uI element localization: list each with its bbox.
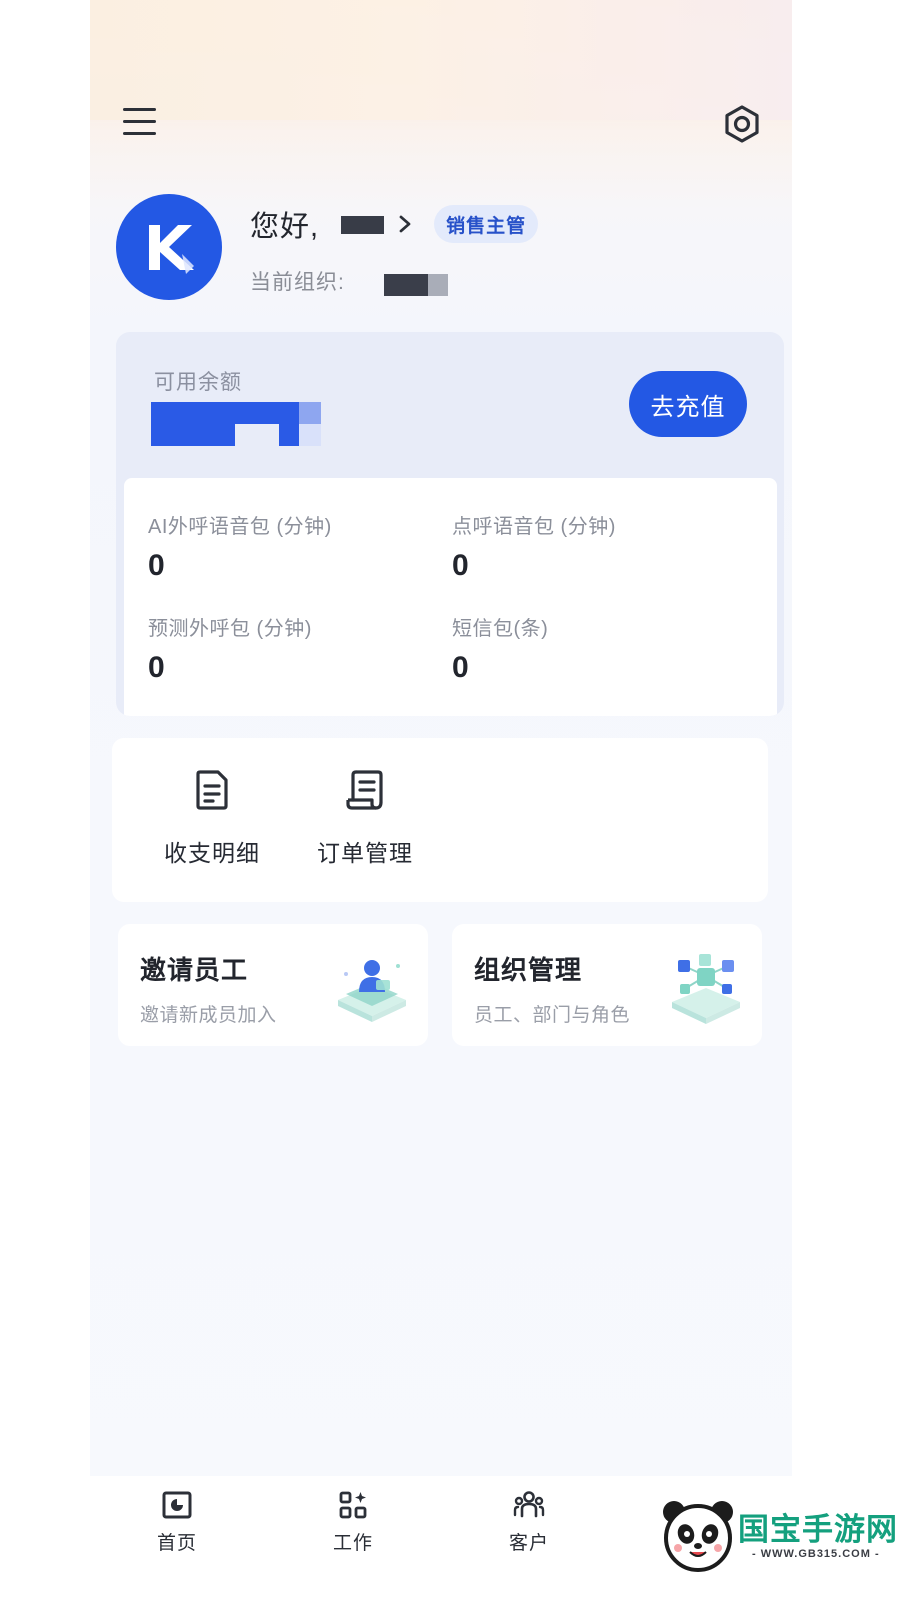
package-label: 预测外呼包 (分钟) (148, 618, 312, 640)
home-chart-icon (162, 1491, 192, 1519)
package-value: 0 (148, 651, 165, 684)
org-label: 当前组织: (250, 271, 345, 294)
package-click-call[interactable]: 点呼语音包 (分钟) 0 (452, 510, 616, 583)
org-name-redacted (384, 274, 428, 296)
tab-customers[interactable]: 客户 (479, 1490, 579, 1555)
document-icon (196, 770, 228, 810)
org-management-card[interactable]: 组织管理 员工、部门与角色 (452, 924, 762, 1046)
package-value: 0 (452, 549, 469, 582)
quick-action-label: 订单管理 (317, 840, 413, 866)
quick-action-orders[interactable]: 订单管理 (300, 768, 430, 878)
tab-home[interactable]: 首页 (127, 1490, 227, 1555)
greeting-text: 您好, (250, 211, 320, 243)
package-label: 点呼语音包 (分钟) (452, 516, 616, 538)
package-value: 0 (452, 651, 469, 684)
package-label: AI外呼语音包 (分钟) (148, 516, 332, 538)
watermark-text: 国宝手游网 (738, 1512, 898, 1547)
feature-title: 组织管理 (474, 955, 583, 985)
avatar[interactable] (116, 194, 222, 300)
recharge-button[interactable]: 去充值 (629, 371, 747, 437)
balance-card: 可用余额 去充值 AI外呼语音包 (分钟) 0 点呼语音包 (分钟) 0 预测外… (116, 332, 784, 716)
feature-subtitle: 邀请新成员加入 (140, 1005, 277, 1026)
tab-label: 首页 (156, 1533, 197, 1554)
panda-logo-icon (663, 1501, 733, 1572)
package-predictive-call[interactable]: 预测外呼包 (分钟) 0 (148, 612, 312, 685)
chevron-right-icon[interactable] (398, 214, 412, 234)
tab-label: 客户 (508, 1533, 549, 1554)
package-panel: AI外呼语音包 (分钟) 0 点呼语音包 (分钟) 0 预测外呼包 (分钟) 0… (124, 478, 777, 716)
feature-subtitle: 员工、部门与角色 (474, 1005, 631, 1026)
header-background (90, 0, 792, 210)
customers-group-icon (513, 1491, 545, 1518)
balance-label: 可用余额 (154, 371, 242, 394)
tab-work[interactable]: 工作 (303, 1490, 403, 1555)
org-name-redacted-tail (428, 274, 448, 296)
hamburger-menu-icon[interactable] (123, 105, 157, 139)
invite-staff-illustration (338, 960, 406, 1022)
quick-action-label: 收支明细 (164, 840, 260, 866)
greeting-row: 您好, 销售主管 (250, 204, 539, 244)
package-value: 0 (148, 549, 165, 582)
package-ai-call[interactable]: AI外呼语音包 (分钟) 0 (148, 510, 332, 583)
site-watermark: 国宝手游网 - WWW.GB315.COM - (636, 1478, 897, 1588)
role-badge: 销售主管 (434, 205, 539, 243)
feature-title: 邀请员工 (140, 955, 249, 985)
receipt-scroll-icon (346, 770, 383, 810)
quick-actions-card: 收支明细 订单管理 (112, 738, 768, 902)
package-label: 短信包(条) (452, 618, 549, 640)
tab-label: 工作 (332, 1533, 373, 1554)
username-redacted (341, 216, 385, 234)
invite-staff-card[interactable]: 邀请员工 邀请新成员加入 (118, 924, 428, 1046)
package-sms[interactable]: 短信包(条) 0 (452, 612, 548, 685)
hexagon-settings-icon[interactable] (723, 104, 761, 144)
apps-grid-icon (339, 1491, 367, 1519)
watermark-url: - WWW.GB315.COM - (752, 1548, 880, 1560)
organization-cubes-illustration (672, 954, 740, 1024)
app-screen: 您好, 销售主管 当前组织: 可用余额 去充值 AI外呼语音包 (分钟) 0 点 (90, 0, 792, 1600)
quick-action-income-expense[interactable]: 收支明细 (147, 768, 277, 878)
